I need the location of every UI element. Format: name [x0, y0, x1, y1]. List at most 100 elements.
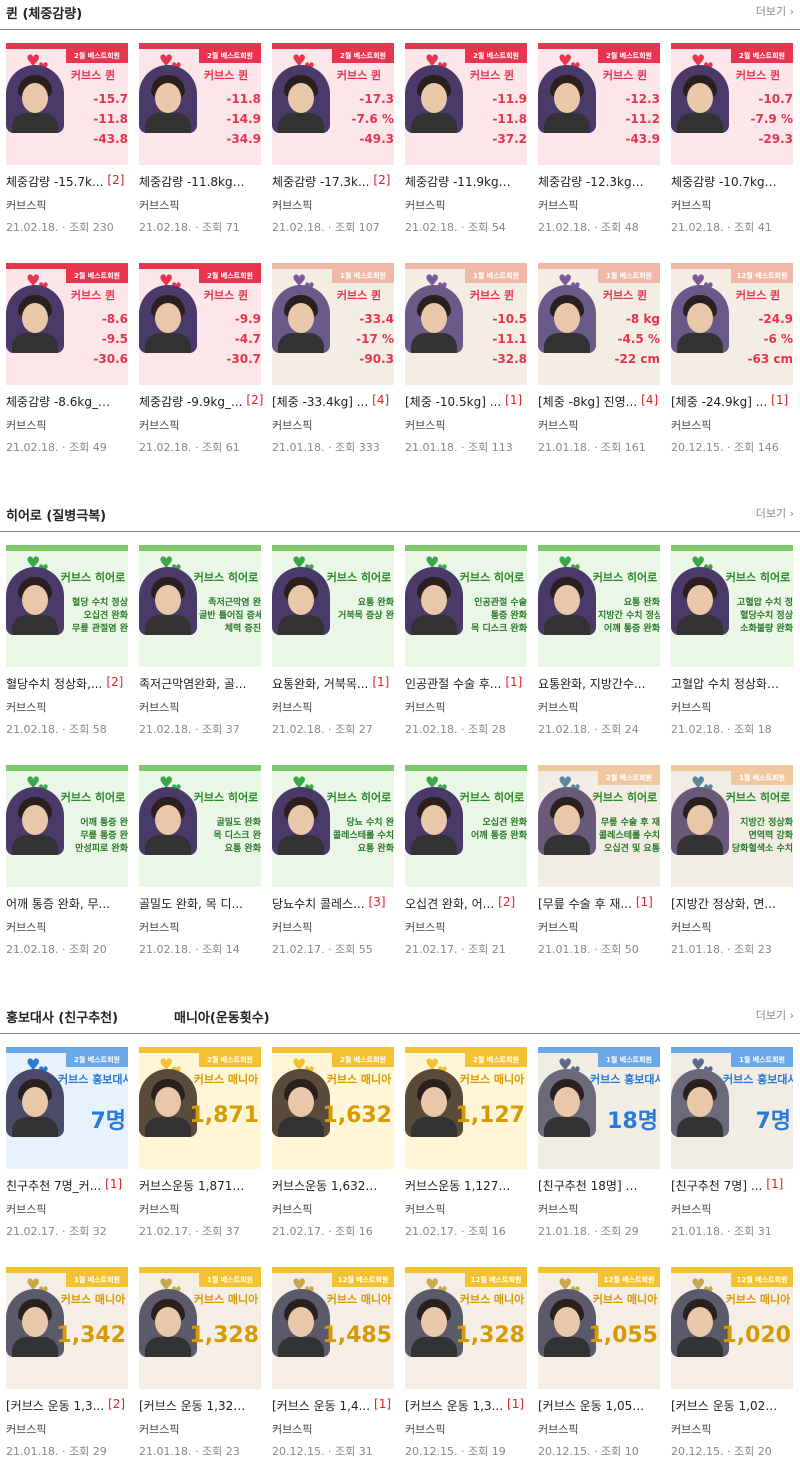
post-thumbnail[interactable]: 2월 베스트회원커브스 퀸♥♥-9.9-4.7-30.7: [139, 263, 261, 385]
post-title[interactable]: [커브스 운동 1,020...: [671, 1397, 799, 1415]
post-author[interactable]: 커브스픽: [538, 1201, 578, 1217]
section-title[interactable]: 홍보대사 (친구추천): [6, 1007, 118, 1026]
post-card[interactable]: 커브스 히어로♥♥어깨 통증 완무릎 통증 완만성피로 완화어깨 통증 완화, …: [6, 765, 128, 956]
post-title-text[interactable]: 체중감량 -11.9kg_...: [405, 173, 513, 190]
post-card[interactable]: 2월 베스트회원커브스 매니아♥♥1,871커브스운동 1,871회...커브스…: [139, 1047, 261, 1238]
post-thumbnail[interactable]: 1월 베스트회원커브스 매니아♥♥1,328: [139, 1267, 261, 1389]
post-title-text[interactable]: 오십견 완화, 어...: [405, 895, 494, 912]
comment-count[interactable]: [2]: [246, 393, 263, 407]
post-thumbnail[interactable]: 12월 베스트회원커브스 매니아♥♥1,020: [671, 1267, 793, 1389]
post-card[interactable]: 커브스 히어로♥♥오십견 완화어깨 통증 완화오십견 완화, 어...[2]커브…: [405, 765, 527, 956]
post-thumbnail[interactable]: 2월 베스트회원커브스 퀸♥♥-11.8-14.9-34.9: [139, 43, 261, 165]
post-card[interactable]: 12월 베스트회원커브스 퀸♥♥-24.9-6 %-63 cm[체중 -24.9…: [671, 263, 793, 454]
post-card[interactable]: 커브스 히어로♥♥요통 완화거북목 증상 완요통완화, 거북목...[1]커브스…: [272, 545, 394, 736]
post-title-text[interactable]: [커브스 운동 1,3...: [6, 1397, 104, 1414]
comment-count[interactable]: [1]: [505, 675, 522, 689]
post-author[interactable]: 커브스픽: [671, 197, 711, 213]
post-title[interactable]: [커브스 운동 1,055...: [538, 1397, 666, 1415]
post-title-text[interactable]: [커브스 운동 1,055...: [538, 1397, 646, 1414]
post-author[interactable]: 커브스픽: [538, 699, 578, 715]
post-title[interactable]: 고혈압 수치 정상화,...: [671, 675, 799, 693]
post-thumbnail[interactable]: 2월 베스트회원커브스 매니아♥♥1,871: [139, 1047, 261, 1169]
post-card[interactable]: 12월 베스트회원커브스 매니아♥♥1,055[커브스 운동 1,055...커…: [538, 1267, 660, 1458]
post-thumbnail[interactable]: 2월 베스트회원커브스 홍보대사♥♥7명: [6, 1047, 128, 1169]
post-author[interactable]: 커브스픽: [405, 1421, 445, 1437]
comment-count[interactable]: [2]: [373, 173, 390, 187]
comment-count[interactable]: [4]: [372, 393, 389, 407]
post-title[interactable]: [커브스 운동 1,3... [1]: [405, 1397, 533, 1415]
post-card[interactable]: 커브스 히어로♥♥당뇨 수치 완콜레스테롤 수치요통 완화당뇨수치 콜레스...…: [272, 765, 394, 956]
post-title[interactable]: 커브스운동 1,632회...: [272, 1177, 400, 1195]
post-thumbnail[interactable]: 2월 베스트회원커브스 매니아♥♥1,632: [272, 1047, 394, 1169]
post-card[interactable]: 2월 베스트회원커브스 매니아♥♥1,127커브스운동 1,127회...커브스…: [405, 1047, 527, 1238]
post-title-text[interactable]: 체중감량 -17.3k...: [272, 173, 369, 190]
post-card[interactable]: 커브스 히어로♥♥족저근막염 완골반 틀어짐 증세체력 증진족저근막염완화, 골…: [139, 545, 261, 736]
post-card[interactable]: 1월 베스트회원커브스 퀸♥♥-8 kg-4.5 %-22 cm [체중 -8kg…: [538, 263, 660, 454]
post-title[interactable]: 커브스운동 1,127회...: [405, 1177, 533, 1195]
post-author[interactable]: 커브스픽: [139, 699, 179, 715]
post-thumbnail[interactable]: 커브스 히어로♥♥당뇨 수치 완콜레스테롤 수치요통 완화: [272, 765, 394, 887]
comment-count[interactable]: [1]: [507, 1397, 524, 1411]
post-card[interactable]: 1월 베스트회원커브스 매니아♥♥1,328[커브스 운동 1,328...커브…: [139, 1267, 261, 1458]
post-card[interactable]: 1월 베스트회원커브스 매니아♥♥1,342[커브스 운동 1,3...[2]커…: [6, 1267, 128, 1458]
post-thumbnail[interactable]: 1월 베스트회원커브스 퀸♥♥-8 kg-4.5 %-22 cm: [538, 263, 660, 385]
post-thumbnail[interactable]: 커브스 히어로♥♥어깨 통증 완무릎 통증 완만성피로 완화: [6, 765, 128, 887]
more-link[interactable]: 더보기 ›: [756, 3, 794, 19]
post-title-text[interactable]: 친구추천 7명_커...: [6, 1177, 101, 1194]
post-title-text[interactable]: [친구추천 7명] ...: [671, 1177, 762, 1194]
post-author[interactable]: 커브스픽: [6, 1421, 46, 1437]
post-author[interactable]: 커브스픽: [405, 699, 445, 715]
post-card[interactable]: 2월 베스트회원커브스 퀸♥♥-11.9-11.8-37.2체중감량 -11.9…: [405, 43, 527, 234]
more-link[interactable]: 더보기 ›: [756, 505, 794, 521]
post-title[interactable]: 친구추천 7명_커... [1]: [6, 1177, 134, 1195]
comment-count[interactable]: [3]: [369, 895, 386, 909]
post-title[interactable]: [체중 -8kg] 진영... [4]: [538, 393, 666, 411]
post-author[interactable]: 커브스픽: [405, 1201, 445, 1217]
post-thumbnail[interactable]: 커브스 히어로♥♥고혈압 수치 정혈당수치 정상소화불량 완화: [671, 545, 793, 667]
comment-count[interactable]: [4]: [641, 393, 658, 407]
post-author[interactable]: 커브스픽: [139, 197, 179, 213]
comment-count[interactable]: [2]: [107, 173, 124, 187]
post-thumbnail[interactable]: 커브스 히어로♥♥인공관절 수술통증 완화목 디스크 완화: [405, 545, 527, 667]
post-title[interactable]: [커브스 운동 1,3... [2]: [6, 1397, 134, 1415]
post-author[interactable]: 커브스픽: [671, 699, 711, 715]
post-thumbnail[interactable]: 커브스 히어로♥♥족저근막염 완골반 틀어짐 증세체력 증진: [139, 545, 261, 667]
post-author[interactable]: 커브스픽: [139, 919, 179, 935]
post-thumbnail[interactable]: 커브스 히어로♥♥요통 완화거북목 증상 완: [272, 545, 394, 667]
post-author[interactable]: 커브스픽: [538, 417, 578, 433]
post-author[interactable]: 커브스픽: [272, 699, 312, 715]
post-title-text[interactable]: [무릎 수술 후 재...: [538, 895, 632, 912]
post-title[interactable]: [체중 -33.4kg] ... [4]: [272, 393, 400, 411]
post-title-text[interactable]: 체중감량 -15.7k...: [6, 173, 103, 190]
post-title-text[interactable]: 커브스운동 1,871회...: [139, 1177, 247, 1194]
post-author[interactable]: 커브스픽: [6, 197, 46, 213]
comment-count[interactable]: [1]: [505, 393, 522, 407]
post-card[interactable]: 2월 베스트회원커브스 퀸♥♥-12.3-11.2-43.9체중감량 -12.3…: [538, 43, 660, 234]
post-author[interactable]: 커브스픽: [405, 197, 445, 213]
comment-count[interactable]: [1]: [636, 895, 653, 909]
post-thumbnail[interactable]: 커브스 히어로♥♥골밀도 완화목 디스크 완요통 완화: [139, 765, 261, 887]
post-thumbnail[interactable]: 1월 베스트회원커브스 홍보대사♥♥7명: [671, 1047, 793, 1169]
post-title[interactable]: [커브스 운동 1,4... [1]: [272, 1397, 400, 1415]
post-title[interactable]: 혈당수치 정상화,... [2]: [6, 675, 134, 693]
post-title[interactable]: [지방간 정상화, 면...: [671, 895, 799, 913]
post-card[interactable]: 2월 베스트회원커브스 퀸♥♥-8.6-9.5-30.6체중감량 -8.6kg_…: [6, 263, 128, 454]
post-card[interactable]: 12월 베스트회원커브스 매니아♥♥1,328[커브스 운동 1,3...[1]…: [405, 1267, 527, 1458]
post-title-text[interactable]: 고혈압 수치 정상화,...: [671, 675, 779, 692]
comment-count[interactable]: [2]: [498, 895, 515, 909]
post-title[interactable]: 체중감량 -15.7k... [2]: [6, 173, 134, 191]
post-title[interactable]: 요통완화, 거북목... [1]: [272, 675, 400, 693]
post-title-text[interactable]: [체중 -24.9kg] ...: [671, 393, 767, 410]
post-author[interactable]: 커브스픽: [538, 197, 578, 213]
post-author[interactable]: 커브스픽: [272, 1201, 312, 1217]
post-title[interactable]: 커브스운동 1,871회...: [139, 1177, 267, 1195]
post-title-text[interactable]: 요통완화, 거북목...: [272, 675, 368, 692]
section-title[interactable]: 퀸 (체중감량): [6, 3, 82, 22]
post-title[interactable]: 체중감량 -8.6kg_커...: [6, 393, 134, 411]
post-author[interactable]: 커브스픽: [671, 919, 711, 935]
post-card[interactable]: 1월 베스트회원커브스 홍보대사♥♥7명[친구추천 7명] ...[1]커브스픽…: [671, 1047, 793, 1238]
post-title-text[interactable]: [체중 -8kg] 진영...: [538, 393, 637, 410]
post-title[interactable]: 인공관절 수술 후... [1]: [405, 675, 533, 693]
post-thumbnail[interactable]: 2월 베스트회원커브스 히어로♥♥무릎 수술 후 재콜레스테롤 수치오십견 및 …: [538, 765, 660, 887]
post-card[interactable]: 1월 베스트회원커브스 퀸♥♥-10.5-11.1-32.8[체중 -10.5k…: [405, 263, 527, 454]
